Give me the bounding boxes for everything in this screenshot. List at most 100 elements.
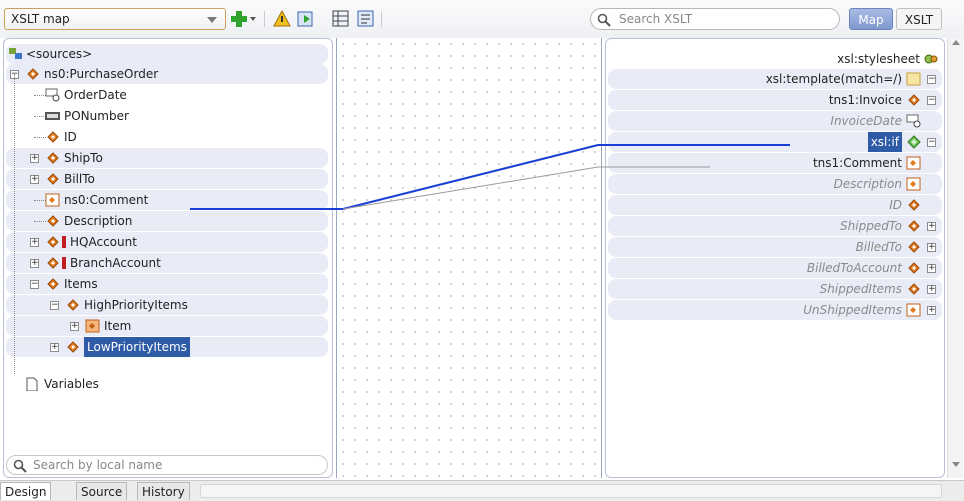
source-tree-row[interactable]: ID: [6, 127, 328, 147]
if-icon: [907, 135, 921, 149]
search-icon: [597, 13, 611, 27]
target-tree-row[interactable]: + ShippedItems: [608, 279, 942, 299]
collapse-toggle-icon[interactable]: −: [927, 138, 936, 147]
xslt-search-input[interactable]: [617, 11, 821, 27]
source-tree-row[interactable]: + ShipTo: [6, 148, 328, 168]
expand-toggle-icon[interactable]: +: [70, 322, 79, 331]
element-icon: [47, 131, 59, 143]
expand-toggle-icon[interactable]: +: [30, 238, 39, 247]
tab-history[interactable]: History: [137, 482, 190, 500]
source-tree-label: Items: [64, 277, 98, 291]
target-tree-label: ShippedTo: [840, 219, 902, 233]
target-tree-row[interactable]: + BilledToAccount: [608, 258, 942, 278]
xslt-search-box[interactable]: [590, 8, 840, 30]
local-name-search-input[interactable]: [31, 457, 295, 473]
scroll-down-icon[interactable]: [952, 462, 960, 467]
grid-icon[interactable]: [332, 10, 350, 28]
map-type-select[interactable]: XSLT map: [4, 8, 226, 30]
target-tree-label: InvoiceDate: [830, 114, 902, 128]
toolbar-divider: [264, 11, 265, 27]
horizontal-scrollbar[interactable]: [200, 484, 942, 498]
expand-toggle-icon[interactable]: +: [927, 222, 936, 231]
target-tree-row[interactable]: InvoiceDate: [608, 111, 942, 131]
expand-toggle-icon[interactable]: +: [30, 154, 39, 163]
target-tree-row[interactable]: + ShippedTo: [608, 216, 942, 236]
map-view-button[interactable]: Map: [849, 8, 893, 30]
target-tree-label: UnShippedItems: [803, 303, 902, 317]
stylesheet-row[interactable]: xsl:stylesheet: [608, 49, 942, 69]
mapping-canvas[interactable]: [336, 38, 602, 478]
source-tree-row[interactable]: OrderDate: [6, 85, 328, 105]
target-tree-panel: xsl:stylesheet − xsl:template(match=/) − tn…: [605, 38, 945, 478]
xslt-view-button[interactable]: XSLT: [896, 8, 942, 30]
stylesheet-label: xsl:stylesheet: [837, 52, 920, 66]
source-tree-row[interactable]: PONumber: [6, 106, 328, 126]
target-tree-label: BilledTo: [855, 240, 902, 254]
source-tree-label: HQAccount: [70, 235, 137, 249]
collapse-toggle-icon[interactable]: −: [927, 75, 936, 84]
collapse-toggle-icon[interactable]: −: [30, 280, 39, 289]
target-tree-label: xsl:if: [867, 132, 902, 152]
chevron-down-icon[interactable]: [207, 17, 217, 23]
expand-toggle-icon[interactable]: +: [50, 343, 59, 352]
source-tree-row[interactable]: − Items: [6, 274, 328, 294]
repeating-icon: [85, 319, 100, 333]
expand-toggle-icon[interactable]: +: [30, 175, 39, 184]
test-icon[interactable]: [297, 10, 315, 28]
element-icon: [67, 341, 79, 353]
source-tree-row[interactable]: − HighPriorityItems: [6, 295, 328, 315]
target-tree-label: BilledToAccount: [806, 261, 902, 275]
target-tree-row[interactable]: − xsl:template(match=/): [608, 69, 942, 89]
template-icon: [906, 72, 921, 86]
properties-icon[interactable]: [357, 10, 375, 28]
scroll-up-icon[interactable]: [952, 40, 960, 45]
expand-toggle-icon[interactable]: +: [927, 264, 936, 273]
target-tree-label: Description: [833, 177, 902, 191]
variables-label: Variables: [44, 377, 99, 391]
toolbar-divider: [381, 11, 382, 27]
expand-toggle-icon[interactable]: +: [927, 243, 936, 252]
attribute-icon: [906, 156, 921, 170]
variables-row[interactable]: Variables: [6, 374, 328, 394]
source-tree-row[interactable]: + LowPriorityItems: [6, 337, 328, 357]
source-tree-row[interactable]: + Item: [6, 316, 328, 336]
tree-connector: [14, 74, 15, 374]
target-tree-row[interactable]: − tns1:Invoice: [608, 90, 942, 110]
source-tree-row[interactable]: + BranchAccount: [6, 253, 328, 273]
element-icon: [47, 257, 59, 269]
element-icon: [47, 236, 59, 248]
toolbar: XSLT map Map XSLT: [0, 0, 964, 38]
target-tree-row[interactable]: + BilledTo: [608, 237, 942, 257]
source-tree-label: PONumber: [64, 109, 129, 123]
collapse-toggle-icon[interactable]: −: [927, 96, 936, 105]
source-tree-row[interactable]: + BillTo: [6, 169, 328, 189]
local-name-search-box[interactable]: [6, 455, 328, 475]
add-dropdown-icon[interactable]: [250, 17, 256, 21]
date-type-icon: [45, 88, 60, 102]
vertical-scrollbar[interactable]: [947, 38, 963, 478]
element-icon: [908, 283, 920, 295]
sources-root-row[interactable]: <sources>: [6, 44, 328, 64]
source-tree-row[interactable]: + HQAccount: [6, 232, 328, 252]
source-tree-row[interactable]: Description: [6, 211, 328, 231]
add-icon[interactable]: [229, 9, 249, 29]
tab-design[interactable]: Design: [0, 482, 52, 500]
warning-icon[interactable]: [273, 10, 291, 28]
target-tree-row[interactable]: ID: [608, 195, 942, 215]
source-tree-label: BranchAccount: [70, 256, 161, 270]
attribute-icon: [906, 303, 921, 317]
source-tree-row[interactable]: − ns0:PurchaseOrder: [6, 64, 328, 84]
source-tree-row[interactable]: ns0:Comment: [6, 190, 328, 210]
attribute-icon: [45, 193, 60, 207]
tab-source[interactable]: Source: [76, 482, 128, 500]
expand-toggle-icon[interactable]: +: [30, 259, 39, 268]
element-icon: [908, 199, 920, 211]
target-tree-row[interactable]: Description: [608, 174, 942, 194]
source-tree-label: OrderDate: [64, 88, 127, 102]
target-tree-row[interactable]: − xsl:if: [608, 132, 942, 152]
expand-toggle-icon[interactable]: +: [927, 285, 936, 294]
collapse-toggle-icon[interactable]: −: [50, 301, 59, 310]
target-tree-row[interactable]: + UnShippedItems: [608, 300, 942, 320]
target-tree-row[interactable]: tns1:Comment: [608, 153, 942, 173]
expand-toggle-icon[interactable]: +: [927, 306, 936, 315]
